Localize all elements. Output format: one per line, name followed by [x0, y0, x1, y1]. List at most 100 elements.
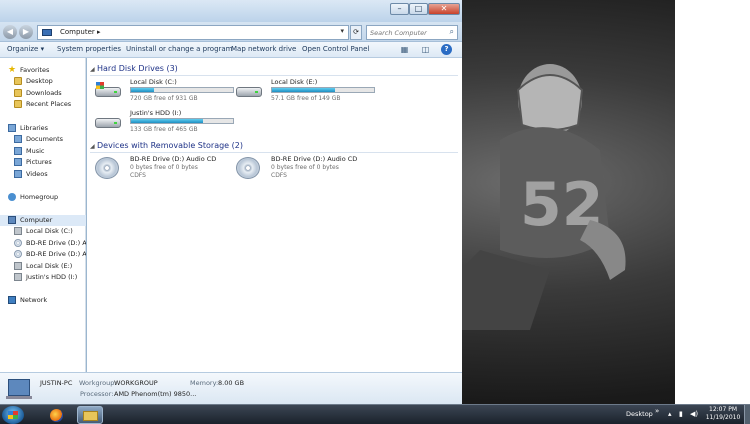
taskbar: Desktop » ▴ ▮ ◀) 12:07 PM 11/19/2010: [0, 404, 750, 424]
uninstall-program-button[interactable]: Uninstall or change a program: [126, 45, 233, 53]
pictures-icon: [14, 158, 22, 166]
nav-drive-c[interactable]: Local Disk (C:): [0, 226, 86, 237]
disc-icon: [14, 239, 22, 247]
breadcrumb[interactable]: Computer ▸: [60, 28, 101, 36]
drive-tile-i[interactable]: Justin's HDD (I:) 133 GB free of 465 GB: [93, 109, 234, 137]
libraries-icon: [8, 124, 16, 132]
nav-computer[interactable]: Computer: [0, 215, 86, 226]
preview-pane-icon[interactable]: ◫: [420, 44, 431, 55]
nav-drive-d-2[interactable]: BD-RE Drive (D:) Audi: [0, 249, 86, 260]
minimize-button[interactable]: –: [390, 3, 409, 15]
nav-network[interactable]: Network: [0, 295, 86, 306]
breadcrumb-computer[interactable]: Computer: [60, 28, 95, 36]
nav-downloads[interactable]: Downloads: [0, 88, 86, 99]
taskbar-explorer[interactable]: [77, 406, 103, 424]
address-dropdown-icon[interactable]: ▾: [340, 27, 344, 35]
disc-drive-icon: [95, 157, 123, 179]
nav-drive-c-label: Local Disk (C:): [26, 227, 73, 235]
star-icon: ★: [8, 65, 17, 75]
clock-time: 12:07 PM: [709, 406, 737, 413]
processor-label: Processor:: [80, 390, 114, 398]
disc-tile-d-1[interactable]: BD-RE Drive (D:) Audio CD 0 bytes free o…: [93, 155, 233, 183]
content-pane: ◢ Hard Disk Drives (3) Local Disk (C:) 7…: [87, 58, 462, 372]
taskbar-firefox[interactable]: [44, 406, 70, 424]
collapse-arrow-icon[interactable]: ◢: [90, 66, 95, 73]
command-bar: Organize ▾ System properties Uninstall o…: [0, 42, 462, 58]
organize-label: Organize: [7, 45, 39, 53]
nav-pictures[interactable]: Pictures: [0, 157, 86, 168]
clock[interactable]: 12:07 PM 11/19/2010: [704, 406, 742, 422]
address-bar[interactable]: Computer ▸ ▾: [37, 25, 349, 40]
nav-documents-label: Documents: [26, 135, 64, 143]
drive-free-space: 0 bytes free of 0 bytes: [271, 164, 339, 171]
nav-documents[interactable]: Documents: [0, 134, 86, 145]
open-control-panel-button[interactable]: Open Control Panel: [302, 45, 369, 53]
network-status-icon[interactable]: ▮: [679, 410, 683, 418]
disc-drive-icon: [236, 157, 264, 179]
music-icon: [14, 147, 22, 155]
downloads-folder-icon: [14, 89, 22, 97]
nav-favorites[interactable]: ★ Favorites: [0, 65, 86, 76]
pc-name: JUSTIN-PC: [40, 379, 73, 387]
show-desktop-button[interactable]: [744, 405, 750, 424]
maximize-button[interactable]: □: [409, 3, 428, 15]
drive-free-space: 133 GB free of 465 GB: [130, 126, 198, 133]
nav-libraries[interactable]: Libraries: [0, 123, 86, 134]
desktop-toolbar-label[interactable]: Desktop: [626, 410, 653, 418]
nav-desktop[interactable]: Desktop: [0, 76, 86, 87]
nav-drive-i[interactable]: Justin's HDD (I:): [0, 272, 86, 283]
details-pane: JUSTIN-PC Workgroup: WORKGROUP Memory: 8…: [0, 372, 462, 404]
hard-drive-icon: [14, 273, 22, 281]
nav-network-label: Network: [20, 296, 48, 304]
toolbar-overflow-icon[interactable]: »: [655, 407, 659, 415]
processor-value: AMD Phenom(tm) 9850...: [114, 390, 197, 398]
window-titlebar[interactable]: – □ ✕: [0, 0, 462, 22]
hard-drive-icon: [236, 84, 264, 98]
clock-date: 11/19/2010: [705, 414, 741, 421]
drive-tile-e[interactable]: Local Disk (E:) 57.1 GB free of 149 GB: [234, 78, 375, 106]
forward-button[interactable]: ▶: [19, 25, 33, 39]
collapse-arrow-icon[interactable]: ◢: [90, 143, 95, 150]
nav-downloads-label: Downloads: [26, 89, 62, 97]
drive-usage-fill: [131, 88, 155, 92]
back-button[interactable]: ◀: [3, 25, 17, 39]
removable-storage-header[interactable]: Devices with Removable Storage (2): [97, 141, 243, 150]
map-network-drive-button[interactable]: Map network drive: [231, 45, 296, 53]
drive-usage-bar: [271, 87, 375, 93]
show-hidden-icons-icon[interactable]: ▴: [668, 410, 672, 418]
nav-videos[interactable]: Videos: [0, 169, 86, 180]
workgroup-label: Workgroup:: [79, 379, 117, 387]
drive-usage-bar: [130, 118, 234, 124]
nav-drive-d-1[interactable]: BD-RE Drive (D:) Audi: [0, 238, 86, 249]
address-row: ◀ ▶ Computer ▸ ▾ ⟳ ⌕: [0, 22, 462, 42]
volume-icon[interactable]: ◀): [690, 410, 698, 418]
memory-value: 8.00 GB: [218, 379, 245, 387]
drive-file-system: CDFS: [271, 172, 287, 179]
disc-tile-d-2[interactable]: BD-RE Drive (D:) Audio CD 0 bytes free o…: [234, 155, 374, 183]
nav-drive-e[interactable]: Local Disk (E:): [0, 261, 86, 272]
search-box[interactable]: ⌕: [366, 25, 458, 40]
drive-free-space: 0 bytes free of 0 bytes: [130, 164, 198, 171]
nav-music[interactable]: Music: [0, 146, 86, 157]
search-input[interactable]: [367, 26, 442, 39]
search-icon[interactable]: ⌕: [450, 27, 454, 37]
nav-recent-places[interactable]: Recent Places: [0, 99, 86, 110]
refresh-icon[interactable]: ⟳: [350, 25, 362, 40]
nav-homegroup[interactable]: Homegroup: [0, 192, 86, 203]
explorer-window: – □ ✕ ◀ ▶ Computer ▸ ▾ ⟳ ⌕ Organize ▾ Sy…: [0, 0, 462, 404]
drive-tile-c[interactable]: Local Disk (C:) 720 GB free of 931 GB: [93, 78, 234, 106]
videos-icon: [14, 170, 22, 178]
nav-drive-i-label: Justin's HDD (I:): [26, 273, 78, 281]
start-button[interactable]: [2, 406, 24, 424]
organize-button[interactable]: Organize ▾: [7, 45, 44, 53]
help-icon[interactable]: ?: [441, 44, 452, 55]
firefox-icon: [50, 409, 63, 422]
view-options-icon[interactable]: ▦: [399, 44, 410, 55]
documents-icon: [14, 135, 22, 143]
hard-disk-drives-header[interactable]: Hard Disk Drives (3): [97, 64, 178, 73]
system-properties-button[interactable]: System properties: [57, 45, 121, 53]
drive-free-space: 57.1 GB free of 149 GB: [271, 95, 341, 102]
drive-name: Justin's HDD (I:): [130, 109, 182, 117]
nav-pictures-label: Pictures: [26, 158, 52, 166]
close-button[interactable]: ✕: [428, 3, 460, 15]
